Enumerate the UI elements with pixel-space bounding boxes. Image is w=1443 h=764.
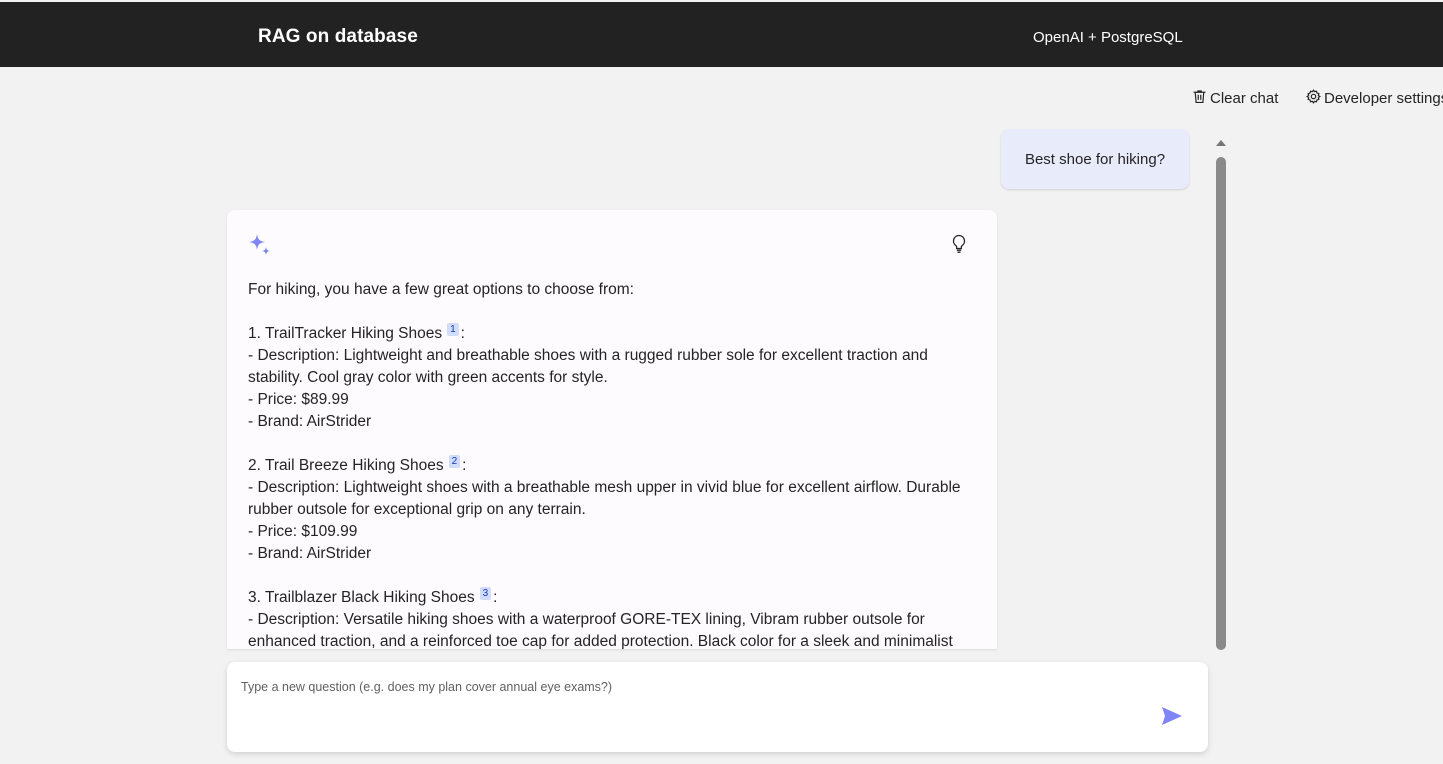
developer-settings-label: Developer settings	[1324, 90, 1443, 107]
app-tagline: OpenAI + PostgreSQL	[1033, 29, 1183, 46]
answer-item-heading: 1. TrailTracker Hiking Shoes 1:	[248, 323, 465, 342]
citation-badge[interactable]: 1	[447, 323, 459, 336]
scrollbar-thumb[interactable]	[1216, 157, 1226, 650]
send-icon	[1160, 705, 1184, 732]
citation-badge[interactable]: 2	[448, 455, 461, 468]
clear-chat-button[interactable]: Clear chat	[1191, 88, 1278, 109]
send-button[interactable]	[1159, 705, 1185, 731]
answer-card: For hiking, you have a few great options…	[227, 210, 997, 649]
sparkle-icon	[247, 232, 273, 263]
app-title: RAG on database	[258, 26, 418, 47]
trash-icon	[1191, 88, 1210, 109]
app-header: RAG on database OpenAI + PostgreSQL	[0, 0, 1443, 67]
developer-settings-button[interactable]: Developer settings	[1305, 88, 1443, 109]
user-message: Best shoe for hiking?	[1001, 129, 1189, 189]
clear-chat-label: Clear chat	[1210, 90, 1279, 107]
answer-item-line: - Description: Versatile hiking shoes wi…	[248, 611, 953, 649]
answer-item-heading: 3. Trailblazer Black Hiking Shoes 3:	[248, 587, 498, 606]
chat-scrollbar[interactable]	[1213, 129, 1229, 650]
scroll-up-arrow[interactable]	[1216, 140, 1226, 146]
answer-item-line: - Price: $89.99	[248, 391, 349, 408]
citation-badge[interactable]: 3	[479, 587, 492, 600]
lightbulb-icon[interactable]	[950, 234, 968, 259]
answer-item-line: - Brand: AirStrider	[248, 413, 372, 430]
question-composer	[227, 662, 1208, 752]
answer-item-line: - Price: $109.99	[248, 523, 358, 540]
user-message-text: Best shoe for hiking?	[1024, 150, 1166, 168]
answer-item-heading: 2. Trail Breeze Hiking Shoes 2:	[248, 455, 467, 474]
answer-item-line: - Brand: AirStrider	[248, 545, 372, 562]
gear-icon	[1305, 88, 1324, 109]
answer-item-line: - Description: Lightweight shoes with a …	[248, 479, 961, 518]
answer-item-line: - Description: Lightweight and breathabl…	[248, 347, 928, 386]
answer-intro: For hiking, you have a few great options…	[248, 281, 634, 298]
question-input[interactable]	[241, 680, 1141, 730]
answer-text: For hiking, you have a few great options…	[248, 279, 978, 649]
